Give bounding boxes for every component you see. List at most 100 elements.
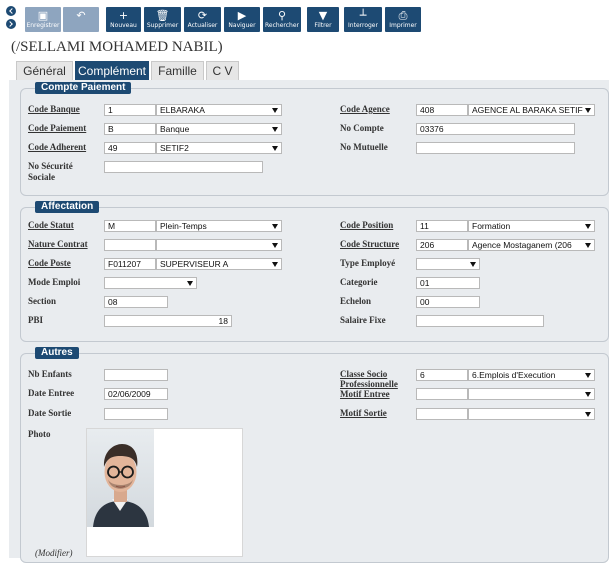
code-adherent-label[interactable]: Code Adherent xyxy=(28,142,86,152)
code-structure-select[interactable]: Agence Mostaganem (206 xyxy=(468,239,595,251)
refresh-icon: ⟳ xyxy=(197,9,208,22)
save-icon: ▣ xyxy=(37,9,49,22)
date-sortie-label: Date Sortie xyxy=(28,408,72,418)
code-statut-select[interactable]: Plein-Temps xyxy=(156,220,282,232)
code-adherent-code[interactable]: 49 xyxy=(104,142,156,154)
print-button[interactable]: ⎙ Imprimer xyxy=(385,7,421,32)
next-icon[interactable] xyxy=(6,19,16,29)
tab-famille[interactable]: Famille xyxy=(151,61,204,80)
query-button[interactable]: ┴ Interroger xyxy=(344,7,382,32)
motif-sortie-code[interactable] xyxy=(416,408,468,420)
code-paiement-code[interactable]: B xyxy=(104,123,156,135)
chart-icon: ┴ xyxy=(359,9,367,22)
play-icon: ▶ xyxy=(237,9,247,22)
nature-contrat-select[interactable] xyxy=(156,239,282,251)
code-banque-label[interactable]: Code Banque xyxy=(28,104,80,114)
section-field[interactable]: 08 xyxy=(104,296,168,308)
chevron-down-icon xyxy=(585,108,591,113)
search-button[interactable]: ⚲ Rechercher xyxy=(263,7,301,32)
motif-entree-select[interactable] xyxy=(468,388,595,400)
salaire-fixe-field[interactable] xyxy=(416,315,544,327)
code-agence-label[interactable]: Code Agence xyxy=(340,104,390,114)
code-position-select[interactable]: Formation xyxy=(468,220,595,232)
tab-general[interactable]: Général xyxy=(16,61,73,80)
echelon-field[interactable]: 00 xyxy=(416,296,480,308)
filter-icon: ▼ xyxy=(318,9,328,22)
pbi-field[interactable]: 18 xyxy=(104,315,232,327)
chevron-down-icon xyxy=(470,262,476,267)
mode-emploi-label: Mode Emploi xyxy=(28,277,81,287)
code-position-code[interactable]: 11 xyxy=(416,220,468,232)
motif-sortie-select[interactable] xyxy=(468,408,595,420)
section-autres: Autres Nb Enfants Classe Socio Professio… xyxy=(20,347,609,563)
categorie-field[interactable]: 01 xyxy=(416,277,480,289)
delete-button[interactable]: 🗑 Supprimer xyxy=(144,7,181,32)
code-banque-code[interactable]: 1 xyxy=(104,104,156,116)
code-poste-label[interactable]: Code Poste xyxy=(28,258,71,268)
photo-frame[interactable] xyxy=(86,428,243,557)
section-legend: Affectation xyxy=(35,201,100,213)
code-paiement-label[interactable]: Code Paiement xyxy=(28,123,86,133)
type-employe-select[interactable] xyxy=(416,258,480,270)
no-mutuelle-label: No Mutuelle xyxy=(340,142,388,152)
classe-socio-label-line1[interactable]: Classe Socio xyxy=(340,369,387,379)
previous-icon[interactable] xyxy=(6,6,16,16)
code-statut-label[interactable]: Code Statut xyxy=(28,220,74,230)
chevron-down-icon xyxy=(585,412,591,417)
chevron-down-icon xyxy=(272,127,278,132)
modifier-link[interactable]: (Modifier) xyxy=(35,548,73,558)
motif-entree-code[interactable] xyxy=(416,388,468,400)
mode-emploi-select[interactable] xyxy=(104,277,197,289)
code-position-label[interactable]: Code Position xyxy=(340,220,393,230)
navigate-button[interactable]: ▶ Naviguer xyxy=(224,7,260,32)
employee-photo xyxy=(87,429,154,527)
section-affectation: Affectation Code Statut M Plein-Temps Co… xyxy=(20,201,609,342)
code-poste-select[interactable]: SUPERVISEUR A xyxy=(156,258,282,270)
code-structure-label[interactable]: Code Structure xyxy=(340,239,399,249)
code-structure-code[interactable]: 206 xyxy=(416,239,468,251)
code-agence-code[interactable]: 408 xyxy=(416,104,468,116)
nb-enfants-field[interactable] xyxy=(104,369,168,381)
section-legend: Compte Paiement xyxy=(35,82,132,94)
date-entree-field[interactable]: 02/06/2009 xyxy=(104,388,168,400)
new-button[interactable]: + Nouveau xyxy=(106,7,141,32)
no-compte-field[interactable]: 03376 xyxy=(416,123,575,135)
chevron-down-icon xyxy=(187,281,193,286)
nb-enfants-label: Nb Enfants xyxy=(28,369,72,379)
undo-button[interactable]: ↶ xyxy=(63,7,99,32)
classe-socio-label-line2[interactable]: Professionnelle xyxy=(340,379,398,389)
code-adherent-select[interactable]: SETIF2 xyxy=(156,142,282,154)
chevron-down-icon xyxy=(585,224,591,229)
code-poste-code[interactable]: F011207 xyxy=(104,258,156,270)
motif-sortie-label[interactable]: Motif Sortie xyxy=(340,408,387,418)
date-sortie-field[interactable] xyxy=(104,408,168,420)
toolbar: ▣ Enregistrer ↶ + Nouveau 🗑 Supprimer ⟳ … xyxy=(0,0,609,36)
plus-icon: + xyxy=(118,9,129,22)
no-mutuelle-field[interactable] xyxy=(416,142,575,154)
chevron-down-icon xyxy=(272,224,278,229)
printer-icon: ⎙ xyxy=(398,9,408,22)
no-secu-label-line2: Sociale xyxy=(28,172,55,182)
nature-contrat-label[interactable]: Nature Contrat xyxy=(28,239,88,249)
search-icon: ⚲ xyxy=(277,9,287,22)
code-banque-select[interactable]: ELBARAKA xyxy=(156,104,282,116)
chevron-down-icon xyxy=(272,243,278,248)
classe-socio-code[interactable]: 6 xyxy=(416,369,468,381)
no-secu-field[interactable] xyxy=(104,161,263,173)
save-button[interactable]: ▣ Enregistrer xyxy=(25,7,61,32)
echelon-label: Echelon xyxy=(340,296,372,306)
tab-complement[interactable]: Complément xyxy=(75,61,149,80)
classe-socio-select[interactable]: 6.Emplois d'Execution xyxy=(468,369,595,381)
tab-cv[interactable]: C V xyxy=(206,61,239,80)
undo-icon: ↶ xyxy=(76,9,86,22)
code-agence-select[interactable]: AGENCE AL BARAKA SETIF xyxy=(468,104,595,116)
refresh-button[interactable]: ⟳ Actualiser xyxy=(184,7,221,32)
nature-contrat-code[interactable] xyxy=(104,239,156,251)
code-statut-code[interactable]: M xyxy=(104,220,156,232)
filter-button[interactable]: ▼ Filtrer xyxy=(307,7,339,32)
tab-content: Compte Paiement Code Banque 1 ELBARAKA C… xyxy=(9,80,609,563)
chevron-down-icon xyxy=(585,392,591,397)
trash-icon: 🗑 xyxy=(155,9,170,22)
motif-entree-label[interactable]: Motif Entree xyxy=(340,389,390,399)
code-paiement-select[interactable]: Banque xyxy=(156,123,282,135)
